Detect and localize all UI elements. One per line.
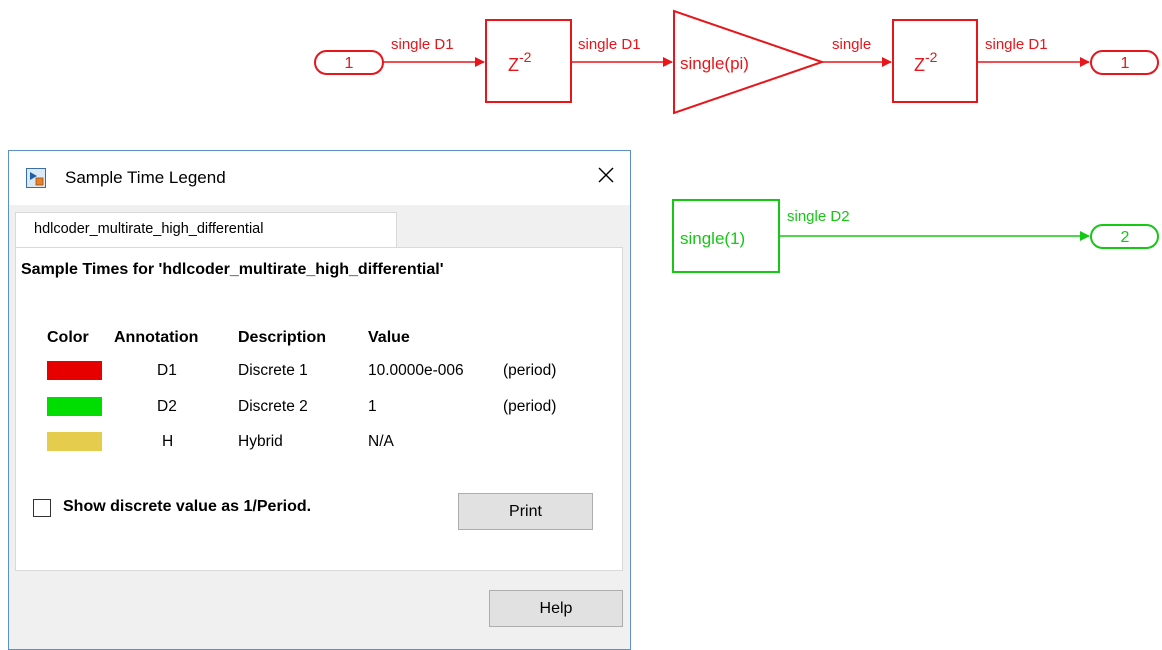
sample-time-legend-dialog: Sample Time Legend hdlcoder_multirate_hi…	[8, 150, 631, 650]
tab-panel: Sample Times for 'hdlcoder_multirate_hig…	[15, 247, 623, 571]
outport-1-label: 1	[1121, 55, 1130, 72]
outport-2-block[interactable]: 2	[1090, 224, 1159, 249]
annotation-cell: D2	[157, 398, 177, 415]
description-cell: Discrete 2	[238, 398, 308, 415]
column-header-annotation: Annotation	[114, 329, 199, 346]
close-icon	[598, 167, 614, 188]
column-header-color: Color	[47, 329, 89, 346]
annotation-cell: H	[162, 433, 174, 450]
signal-label-delay1: single D1	[578, 36, 641, 53]
discrete-period-checkbox[interactable]	[33, 499, 51, 517]
column-header-description: Description	[238, 329, 327, 346]
signal-label-constant: single D2	[787, 208, 850, 225]
panel-heading: Sample Times for 'hdlcoder_multirate_hig…	[21, 261, 444, 278]
constant-label: single(1)	[680, 229, 745, 248]
value-cell: N/A	[368, 433, 394, 450]
simulink-app-icon	[26, 168, 46, 188]
description-cell: Discrete 1	[238, 362, 308, 379]
color-swatch	[47, 361, 102, 380]
constant-block[interactable]: single(1)	[672, 199, 780, 273]
delay-1-block[interactable]: Z-2	[485, 19, 572, 103]
outport-2-label: 2	[1121, 229, 1130, 246]
color-swatch	[47, 397, 102, 416]
outport-1-block[interactable]: 1	[1090, 50, 1159, 75]
delay-2-exponent: -2	[925, 49, 938, 65]
color-swatch	[47, 432, 102, 451]
value-cell: 10.0000e-006	[368, 362, 464, 379]
value-cell: 1	[368, 398, 377, 415]
delay-1-exponent: -2	[519, 49, 532, 65]
column-header-value: Value	[368, 329, 410, 346]
gain-label: single(pi)	[680, 54, 749, 73]
inport-1-block[interactable]: 1	[314, 50, 384, 75]
signal-label-delay2: single D1	[985, 36, 1048, 53]
dialog-title: Sample Time Legend	[65, 168, 226, 187]
delay-2-base: Z	[914, 55, 925, 75]
value-type-cell: (period)	[503, 398, 557, 415]
tab-model[interactable]: hdlcoder_multirate_high_differential	[15, 212, 397, 248]
delay-2-block[interactable]: Z-2	[892, 19, 978, 103]
discrete-period-checkbox-label[interactable]: Show discrete value as 1/Period.	[63, 498, 311, 516]
annotation-cell: D1	[157, 362, 177, 379]
dialog-titlebar[interactable]: Sample Time Legend	[9, 151, 630, 205]
signal-label-gain: single	[832, 36, 871, 53]
print-button[interactable]: Print	[458, 493, 593, 530]
help-button[interactable]: Help	[489, 590, 623, 627]
description-cell: Hybrid	[238, 433, 283, 450]
delay-1-base: Z	[508, 55, 519, 75]
inport-1-label: 1	[345, 55, 354, 72]
signal-label-inport: single D1	[391, 36, 454, 53]
value-type-cell: (period)	[503, 362, 557, 379]
close-button[interactable]	[588, 159, 624, 195]
gain-block[interactable]: single(pi)	[673, 9, 826, 115]
